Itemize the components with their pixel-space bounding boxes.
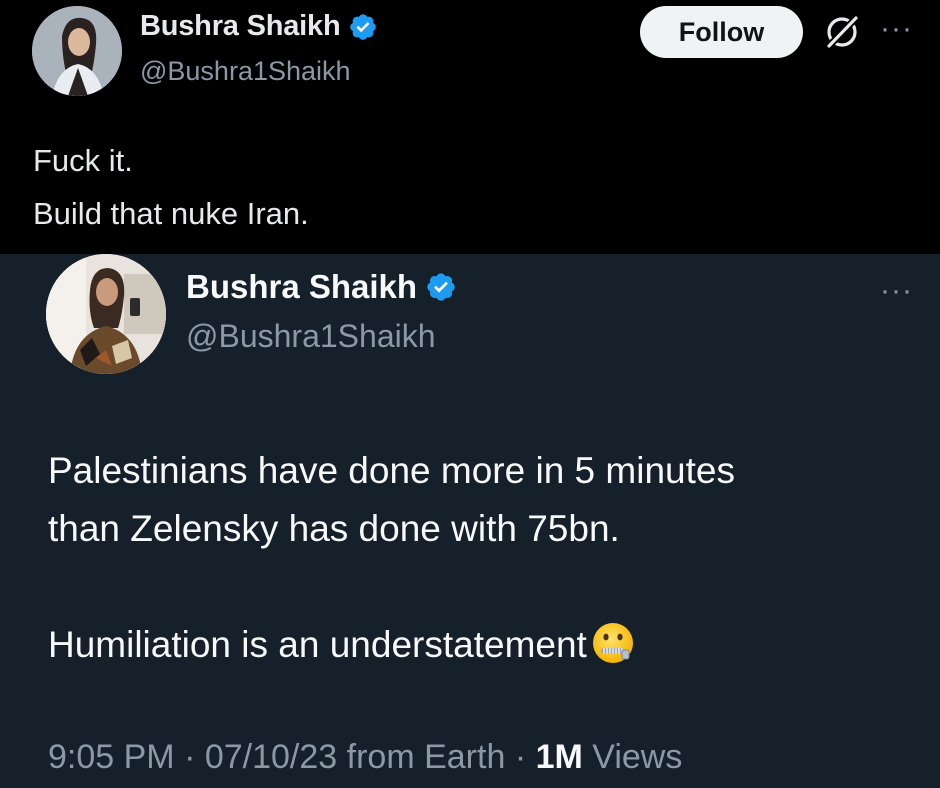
zipper-mouth-face-icon [591,621,635,665]
screenshot: Bushra Shaikh @Bushra1Shaikh Follow ··· … [0,0,940,788]
tweet-text-segment: Humiliation is an understatement [48,624,587,665]
avatar[interactable] [46,254,166,374]
tweet-text-line: Build that nuke Iran. [33,196,309,231]
author-name-row[interactable]: Bushra Shaikh [140,10,378,43]
author-handle[interactable]: @Bushra1Shaikh [140,56,351,87]
tweet-text: Fuck it. Build that nuke Iran. [33,134,309,240]
meta-separator: · [505,738,536,776]
author-name-row[interactable]: Bushra Shaikh [186,268,457,306]
tweet-text: Palestinians have done more in 5 minutes… [48,442,918,674]
views-count[interactable]: 1M [536,738,583,776]
tweet-date[interactable]: 07/10/23 [205,738,337,776]
ellipsis-icon[interactable]: ··· [880,14,913,44]
original-tweet: Bushra Shaikh @Bushra1Shaikh ··· Palesti… [0,254,940,788]
follow-button[interactable]: Follow [640,6,803,58]
tweet-source: from Earth [337,738,506,776]
verified-badge-icon [348,12,378,42]
tweet-text-line: Humiliation is an understatement [48,616,918,674]
quote-tweet: Bushra Shaikh @Bushra1Shaikh Follow ··· … [0,0,940,254]
tweet-meta: 9:05 PM · 07/10/23 from Earth · 1M Views [48,738,682,777]
tweet-time[interactable]: 9:05 PM [48,738,175,776]
author-handle[interactable]: @Bushra1Shaikh [186,318,436,355]
ellipsis-icon[interactable]: ··· [880,276,913,306]
tweet-text-line: Fuck it. [33,143,133,178]
tweet-text-line: Palestinians have done more in 5 minutes [48,450,735,491]
author-display-name[interactable]: Bushra Shaikh [186,268,417,306]
tweet-text-line: than Zelensky has done with 75bn. [48,508,620,549]
verified-badge-icon [425,271,457,303]
avatar[interactable] [32,6,122,96]
meta-separator: · [174,738,205,776]
grok-slash-icon[interactable] [820,10,864,54]
views-label[interactable]: Views [583,738,682,776]
author-display-name[interactable]: Bushra Shaikh [140,10,341,43]
